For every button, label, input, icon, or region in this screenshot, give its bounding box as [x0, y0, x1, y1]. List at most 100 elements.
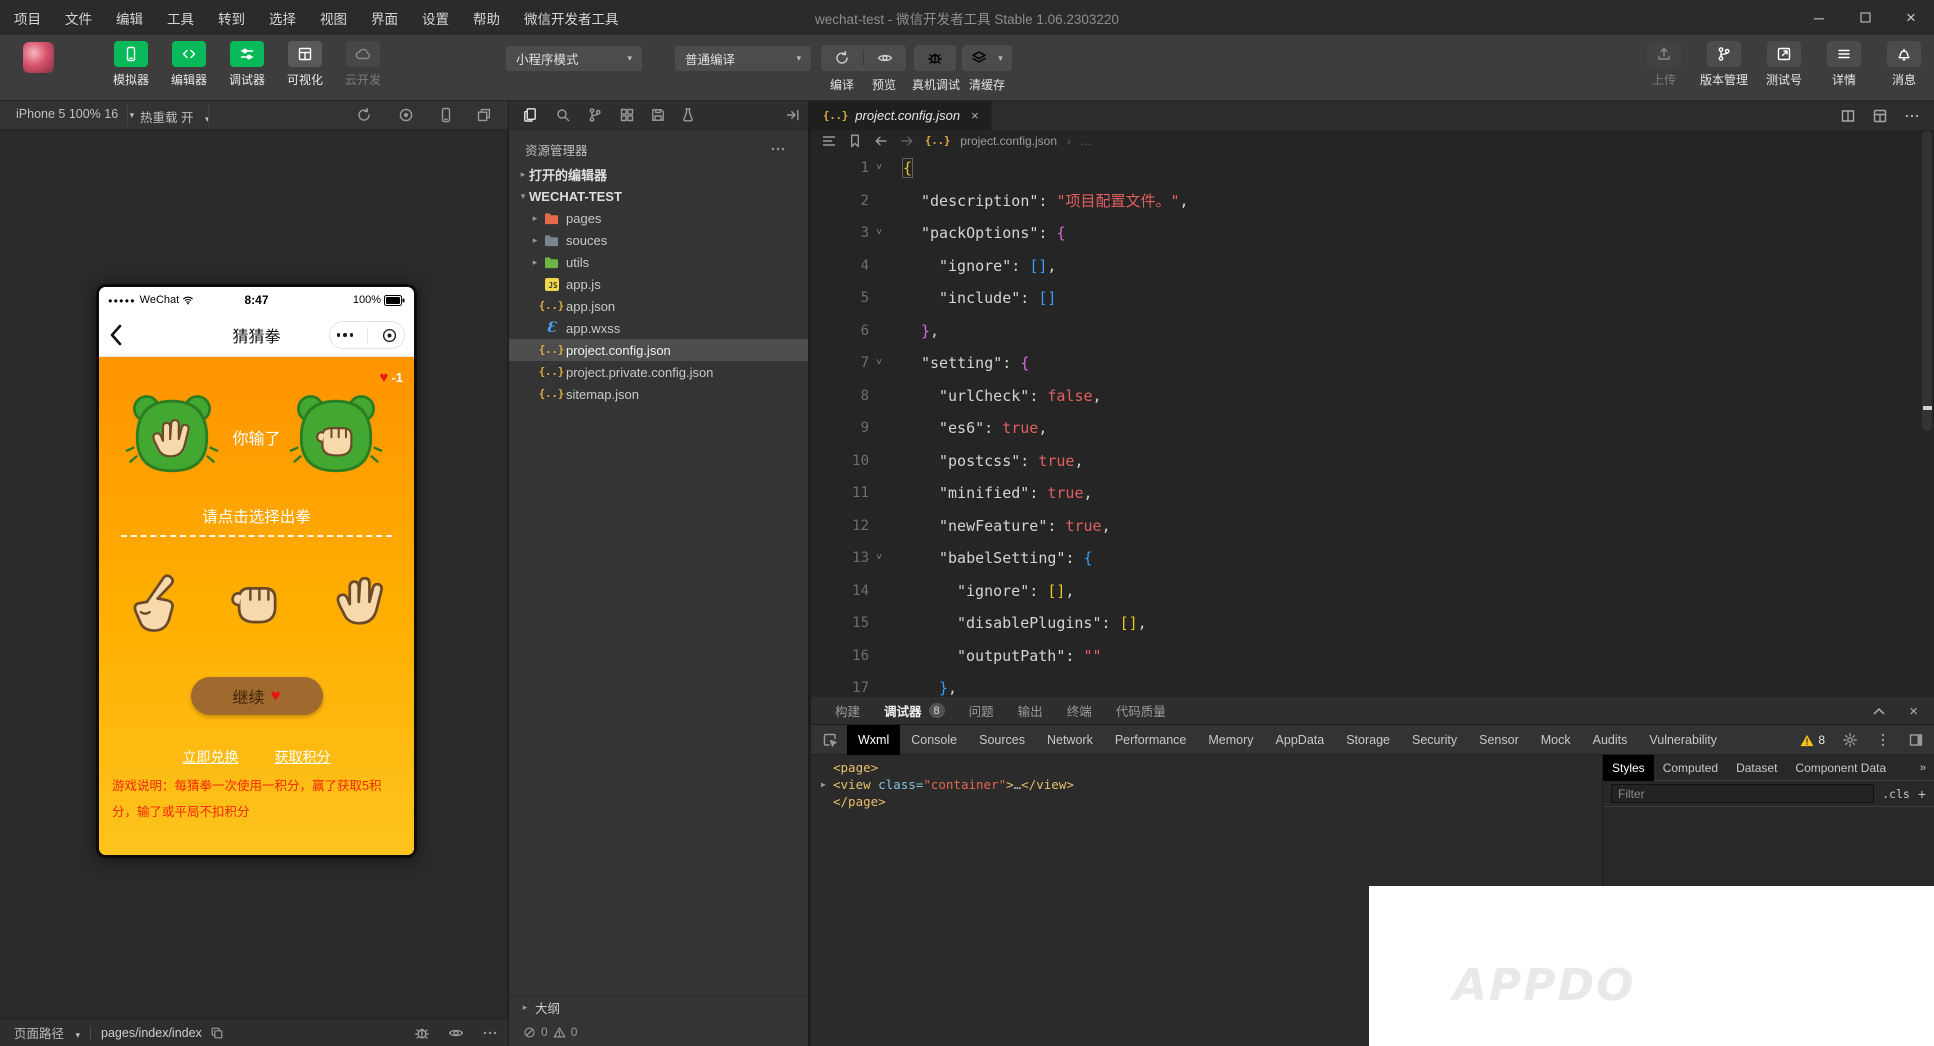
tree-item-sitemap.json[interactable]: ▸{..}sitemap.json	[509, 383, 808, 405]
record-icon[interactable]	[398, 107, 414, 123]
devtools-tab-Performance[interactable]: Performance	[1104, 725, 1198, 755]
wxml-tree[interactable]: <page>▶<view class="container">…</view><…	[821, 759, 1074, 810]
close-tab-icon[interactable]: ×	[971, 108, 979, 123]
breadcrumb-file[interactable]: project.config.json	[960, 134, 1057, 148]
fold-icon[interactable]: ˅	[869, 357, 889, 369]
hot-reload-toggle[interactable]: 热重载 开 ▾	[140, 107, 210, 126]
devtools-tab-Wxml[interactable]: Wxml	[847, 725, 900, 755]
remote-debug-button[interactable]	[914, 45, 956, 71]
clear-cache-button[interactable]: ▾	[962, 45, 1012, 71]
mode-select[interactable]: 小程序模式▾	[506, 46, 642, 71]
more-icon[interactable]	[1904, 108, 1920, 124]
warnings-badge[interactable]: 8	[1800, 733, 1825, 747]
styles-tab-Styles[interactable]: Styles	[1603, 755, 1654, 781]
devtools-tab-Security[interactable]: Security	[1401, 725, 1468, 755]
styles-tab-Dataset[interactable]: Dataset	[1727, 755, 1786, 781]
toolbtn-云开发[interactable]: 云开发	[340, 41, 386, 88]
tree-item-project.config.json[interactable]: ▸{..}project.config.json	[509, 339, 808, 361]
outline-list-icon[interactable]	[821, 133, 837, 149]
rotate-icon[interactable]	[356, 107, 372, 123]
menu-项目[interactable]: 项目	[14, 8, 41, 28]
tree-item-app.js[interactable]: ▸JSapp.js	[509, 273, 808, 295]
git-icon[interactable]	[587, 107, 603, 123]
tree-item-pages[interactable]: ▸pages	[509, 207, 808, 229]
choice-rock[interactable]	[220, 559, 292, 647]
filter-input[interactable]	[1611, 784, 1874, 803]
eye-icon[interactable]	[448, 1025, 464, 1041]
redeem-link[interactable]: 立即兑换	[183, 747, 239, 767]
styles-tab-Computed[interactable]: Computed	[1654, 755, 1727, 781]
wxml-line[interactable]: <page>	[821, 759, 1074, 776]
tree-item-app.wxss[interactable]: ▸Ɛapp.wxss	[509, 317, 808, 339]
collapse-up-icon[interactable]	[1873, 707, 1885, 715]
kebab-icon[interactable]	[1875, 732, 1891, 748]
devtools-tab-Memory[interactable]: Memory	[1197, 725, 1264, 755]
toolbtn-版本管理[interactable]: 版本管理	[1698, 41, 1750, 88]
tree-item-app.json[interactable]: ▸{..}app.json	[509, 295, 808, 317]
devtools-tab-Console[interactable]: Console	[900, 725, 968, 755]
breadcrumb-more[interactable]: ...	[1081, 134, 1091, 148]
multi-window-icon[interactable]	[476, 107, 492, 123]
panel-tab-问题[interactable]: 问题	[969, 701, 994, 720]
phone-mode-icon[interactable]	[438, 107, 454, 123]
menu-选择[interactable]: 选择	[269, 8, 296, 28]
toolbtn-可视化[interactable]: 可视化	[282, 41, 328, 88]
compile-select[interactable]: 普通编译▾	[675, 46, 811, 71]
bug-icon[interactable]	[414, 1025, 430, 1041]
gear-icon[interactable]	[1842, 732, 1858, 748]
project-root[interactable]: ▾WECHAT-TEST	[509, 185, 808, 207]
menu-微信开发者工具[interactable]: 微信开发者工具	[524, 8, 619, 28]
devtools-tab-Storage[interactable]: Storage	[1335, 725, 1401, 755]
menu-视图[interactable]: 视图	[320, 8, 347, 28]
add-rule-button[interactable]: +	[1918, 786, 1926, 802]
wxml-line[interactable]: ▶<view class="container">…</view>	[821, 776, 1074, 793]
tab-project-config[interactable]: {..} project.config.json ×	[811, 101, 992, 130]
styles-tab-Component Data[interactable]: Component Data	[1786, 755, 1895, 781]
tree-item-打开的编辑器[interactable]: ▸打开的编辑器	[509, 163, 808, 185]
devtools-tab-Mock[interactable]: Mock	[1530, 725, 1582, 755]
close-panel-icon[interactable]: ×	[1909, 703, 1918, 720]
menu-转到[interactable]: 转到	[218, 8, 245, 28]
code-area[interactable]: 1˅{2"description": "项目配置文件。",3˅"packOpti…	[811, 152, 1934, 697]
toolbtn-编辑器[interactable]: 编辑器	[166, 41, 212, 88]
compile-button[interactable]	[821, 45, 863, 71]
minimize-button[interactable]: ─	[1796, 0, 1842, 35]
toolbtn-模拟器[interactable]: 模拟器	[108, 41, 154, 88]
cls-toggle[interactable]: .cls	[1882, 787, 1910, 801]
maximize-button[interactable]	[1842, 0, 1888, 35]
dots-icon[interactable]	[482, 1025, 498, 1041]
panel-tab-调试器[interactable]: 调试器8	[884, 701, 945, 720]
device-select[interactable]: iPhone 5 100% 16 ▾	[16, 107, 134, 121]
panel-tab-终端[interactable]: 终端	[1067, 701, 1092, 720]
package-icon[interactable]	[680, 107, 696, 123]
files-icon[interactable]	[522, 107, 538, 123]
devtools-tab-Network[interactable]: Network	[1036, 725, 1104, 755]
toolbtn-详情[interactable]: 详情	[1818, 41, 1870, 88]
panel-tab-构建[interactable]: 构建	[835, 701, 860, 720]
close-button[interactable]: ×	[1888, 0, 1934, 35]
tree-item-project.private.config.json[interactable]: ▸{..}project.private.config.json	[509, 361, 808, 383]
toolbtn-测试号[interactable]: 测试号	[1758, 41, 1810, 88]
tree-item-souces[interactable]: ▸souces	[509, 229, 808, 251]
dock-icon[interactable]	[1908, 732, 1924, 748]
tree-item-utils[interactable]: ▸utils	[509, 251, 808, 273]
split-editor-icon[interactable]	[1840, 108, 1856, 124]
devtools-tab-Vulnerability[interactable]: Vulnerability	[1638, 725, 1728, 755]
copy-icon[interactable]	[210, 1026, 224, 1040]
wxml-line[interactable]: </page>	[821, 793, 1074, 810]
search-icon[interactable]	[555, 107, 571, 123]
menu-编辑[interactable]: 编辑	[116, 8, 143, 28]
outline-section[interactable]: ▸大纲	[509, 995, 808, 1018]
fold-icon[interactable]: ˅	[869, 162, 889, 174]
devtools-tab-Sources[interactable]: Sources	[968, 725, 1036, 755]
more-actions-icon[interactable]	[770, 141, 786, 157]
save-all-icon[interactable]	[650, 107, 666, 123]
toolbtn-消息[interactable]: 消息	[1878, 41, 1930, 88]
menu-文件[interactable]: 文件	[65, 8, 92, 28]
close-miniprogram-button[interactable]	[382, 328, 397, 343]
editor-scrollbar[interactable]	[1922, 131, 1932, 431]
inspect-icon[interactable]	[822, 732, 838, 748]
choice-paper[interactable]	[325, 559, 397, 647]
extensions-icon[interactable]	[619, 107, 635, 123]
devtools-tab-Sensor[interactable]: Sensor	[1468, 725, 1530, 755]
